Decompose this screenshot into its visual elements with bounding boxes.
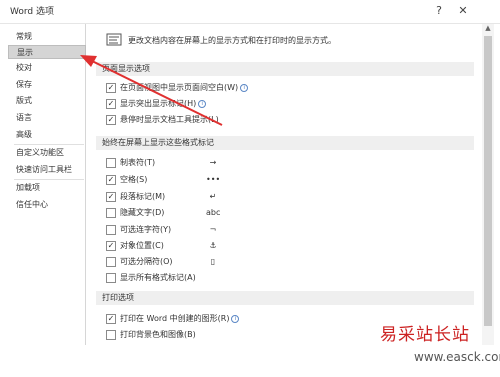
checkbox[interactable]: ✓ xyxy=(106,99,116,109)
hidden-text-icon: abc xyxy=(206,208,221,217)
checkbox[interactable]: ✓ xyxy=(106,314,116,324)
sidebar-item-advanced[interactable]: 高级 xyxy=(8,128,86,142)
sidebar-item-language[interactable]: 语言 xyxy=(8,111,86,125)
tab-mark-icon: → xyxy=(209,158,217,167)
option-label: 空格(S) xyxy=(120,175,148,184)
option-label: 可选分隔符(O) xyxy=(120,257,173,266)
scrollbar-thumb[interactable] xyxy=(484,36,492,326)
display-options-panel: 更改文档内容在屏幕上的显示方式和在打印时的显示方式。 页面显示选项 ✓ 在页面视… xyxy=(96,24,478,345)
option-label: 段落标记(M) xyxy=(120,192,166,201)
window-title: Word 选项 xyxy=(10,7,54,17)
scroll-up-icon[interactable]: ▲ xyxy=(482,24,494,34)
option-label: 在页面视图中显示页面间空白(W) xyxy=(120,83,239,92)
section-header-page-display: 页面显示选项 xyxy=(96,62,474,76)
option-label: 显示突出显示标记(H) xyxy=(120,99,197,108)
sidebar-item-save[interactable]: 保存 xyxy=(8,78,86,92)
sidebar-item-general[interactable]: 常规 xyxy=(8,30,86,44)
option-label: 悬停时显示文档工具提示(L) xyxy=(120,115,219,124)
checkbox[interactable] xyxy=(106,330,116,340)
hyphen-mark-icon: ¬ xyxy=(209,225,217,234)
info-icon[interactable]: i xyxy=(198,100,207,108)
sidebar-item-trust-center[interactable]: 信任中心 xyxy=(8,198,86,212)
display-icon xyxy=(106,33,122,46)
sidebar-item-display[interactable]: 显示 xyxy=(8,45,86,59)
vertical-scrollbar[interactable]: ▲ xyxy=(482,24,494,345)
checkbox[interactable] xyxy=(106,257,116,267)
sidebar-item-customize-ribbon[interactable]: 自定义功能区 xyxy=(8,146,86,160)
sidebar: 常规 显示 校对 保存 版式 语言 高级 自定义功能区 快速访问工具栏 加载项 … xyxy=(8,24,86,345)
option-label: 打印背景色和图像(B) xyxy=(120,330,196,339)
sidebar-item-proofing[interactable]: 校对 xyxy=(8,61,86,75)
option-label: 隐藏文字(D) xyxy=(120,208,165,217)
watermark-text: 易采站长站 xyxy=(380,325,470,345)
close-button[interactable]: ✕ xyxy=(452,1,474,21)
checkbox[interactable] xyxy=(106,158,116,168)
sidebar-divider xyxy=(14,179,84,180)
paragraph-mark-icon: ↵ xyxy=(209,192,217,201)
watermark-url: www.easck.com xyxy=(414,350,500,364)
sidebar-item-typography[interactable]: 版式 xyxy=(8,94,86,108)
checkbox[interactable]: ✓ xyxy=(106,241,116,251)
option-label: 显示所有格式标记(A) xyxy=(120,273,196,282)
sidebar-divider xyxy=(14,144,84,145)
option-label: 打印在 Word 中创建的图形(R) xyxy=(120,314,230,323)
sidebar-item-quick-access-toolbar[interactable]: 快速访问工具栏 xyxy=(8,163,86,177)
checkbox[interactable]: ✓ xyxy=(106,115,116,125)
checkbox[interactable] xyxy=(106,208,116,218)
checkbox[interactable]: ✓ xyxy=(106,83,116,93)
sidebar-item-add-ins[interactable]: 加载项 xyxy=(8,181,86,195)
title-bar: Word 选项 ? ✕ xyxy=(0,0,500,24)
anchor-icon: ⚓ xyxy=(209,241,217,250)
watermark: 易采站长站 www.easck.com xyxy=(374,318,500,377)
checkbox[interactable] xyxy=(106,273,116,283)
space-mark-icon: ••• xyxy=(206,175,221,184)
checkbox[interactable]: ✓ xyxy=(106,175,116,185)
optional-break-icon: ▯ xyxy=(210,257,216,266)
option-label: 制表符(T) xyxy=(120,158,156,167)
option-label: 对象位置(C) xyxy=(120,241,164,250)
help-button[interactable]: ? xyxy=(428,1,450,21)
section-header-print-options: 打印选项 xyxy=(96,291,474,305)
info-icon[interactable]: i xyxy=(231,315,240,323)
info-icon[interactable]: i xyxy=(240,84,249,92)
checkbox[interactable] xyxy=(106,225,116,235)
page-description: 更改文档内容在屏幕上的显示方式和在打印时的显示方式。 xyxy=(128,36,336,45)
section-header-formatting-marks: 始终在屏幕上显示这些格式标记 xyxy=(96,136,474,150)
option-label: 可选连字符(Y) xyxy=(120,225,172,234)
checkbox[interactable]: ✓ xyxy=(106,192,116,202)
